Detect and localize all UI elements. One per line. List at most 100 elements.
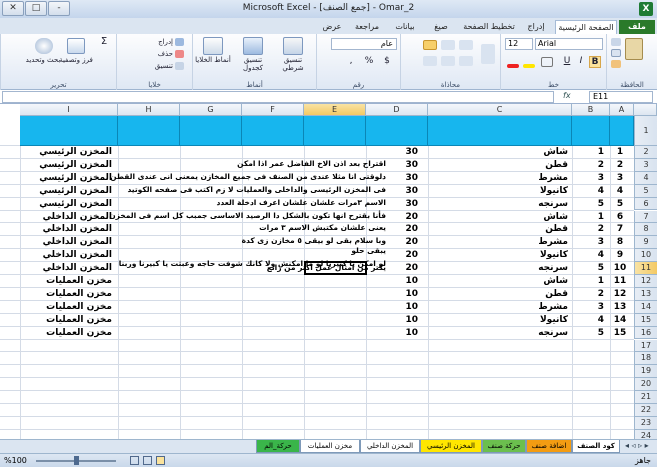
column-header-i[interactable]: I (20, 104, 118, 116)
font-size-box[interactable]: 12 (505, 38, 533, 50)
borders-icon[interactable] (541, 57, 553, 67)
cell-main-balance[interactable]: 10 (366, 288, 424, 300)
column-header-h[interactable]: H (118, 104, 180, 116)
cell-store[interactable]: المخزن الداخلي (20, 249, 112, 261)
cell-store[interactable]: المخزن الرئيسي (20, 172, 112, 184)
cell-item-code[interactable]: 5 (572, 198, 604, 210)
cell-store[interactable]: مخزن العمليات (20, 288, 112, 300)
format-as-table-button[interactable]: تنسيق كجدول (233, 56, 273, 72)
sheet-tab-2[interactable]: حركة صنف (482, 440, 526, 453)
cell-main-balance[interactable]: 10 (366, 314, 424, 326)
sheet-tab-5[interactable]: مخزن العمليات (300, 440, 360, 453)
bold-button[interactable]: B (589, 56, 601, 68)
cell-m[interactable]: 3 (610, 172, 630, 184)
page-layout-view-icon[interactable] (130, 456, 139, 465)
conditional-format-icon[interactable] (283, 37, 303, 55)
cell-item-name[interactable]: سرنجه (428, 327, 568, 339)
sheet-tab-4[interactable]: المخزن الداخلي (360, 440, 420, 453)
cell-item-code[interactable]: 3 (572, 301, 604, 313)
align-right-icon[interactable] (459, 56, 473, 66)
fx-icon[interactable]: fx (563, 91, 581, 100)
row-header-23[interactable]: 23 (634, 416, 657, 430)
cell-m[interactable]: 6 (610, 211, 630, 223)
cell-item-code[interactable]: 5 (572, 327, 604, 339)
number-format-box[interactable]: عام (331, 38, 397, 50)
cell-item-code[interactable]: 4 (572, 314, 604, 326)
column-header-c[interactable]: C (428, 104, 572, 116)
cell-item-name[interactable]: كانيولا (428, 185, 568, 197)
font-color-icon[interactable] (507, 64, 519, 68)
column-header-f[interactable]: F (242, 104, 304, 116)
cell-item-code[interactable]: 1 (572, 146, 604, 158)
cell-m[interactable]: 10 (610, 262, 630, 274)
comment-note-line[interactable]: دلوقتى انا مثلا عندى من الصنف فى جميع ال… (110, 172, 386, 182)
select-all-corner[interactable] (634, 104, 657, 116)
cell-item-code[interactable]: 4 (572, 249, 604, 261)
row-header-20[interactable]: 20 (634, 378, 657, 392)
cell-item-name[interactable]: مشرط (428, 172, 568, 184)
header-cell-g[interactable] (180, 116, 242, 146)
tab-formulas[interactable]: صيغ (425, 20, 457, 34)
row-header-2[interactable]: 2 (634, 146, 657, 159)
copy-icon[interactable] (611, 49, 621, 57)
cell-m[interactable]: 13 (610, 301, 630, 313)
page-break-view-icon[interactable] (143, 456, 152, 465)
header-cell-d[interactable] (366, 116, 428, 146)
percent-button[interactable]: % (361, 56, 377, 66)
row-header-3[interactable]: 3 (634, 158, 657, 172)
cell-store[interactable]: المخزن الرئيسي (20, 185, 112, 197)
cell-store[interactable]: المخزن الداخلي (20, 223, 112, 235)
cell-store[interactable]: مخزن العمليات (20, 327, 112, 339)
comment-note-line[interactable]: فى المخزن الرئيسى والداخلى والعمليات لا … (127, 185, 386, 195)
cell-item-name[interactable]: كانيولا (428, 314, 568, 326)
cell-store[interactable]: المخزن الرئيسي (20, 159, 112, 171)
cell-item-code[interactable]: 2 (572, 223, 604, 235)
row-header-21[interactable]: 21 (634, 391, 657, 404)
wrap-text-icon[interactable] (481, 44, 495, 64)
cell-item-name[interactable]: شاش (428, 146, 568, 158)
cell-item-name[interactable]: كانيولا (428, 249, 568, 261)
align-middle-icon[interactable] (441, 40, 455, 50)
font-name-box[interactable]: Arial (535, 38, 603, 50)
header-cell-c[interactable] (428, 116, 572, 146)
row-header-18[interactable]: 18 (634, 352, 657, 366)
sheet-tab-0[interactable]: كود الصنف (572, 440, 620, 453)
comment-note-line[interactable]: وبا سلام بقى لو بيقى ٥ مخازن زى كدة (242, 236, 386, 246)
formula-input[interactable] (2, 91, 554, 103)
header-cell-e[interactable] (304, 116, 366, 146)
comment-note-line[interactable]: يكتر من امثال عمل اكثر من رائع (267, 263, 386, 273)
comment-note-line[interactable]: يبقى حلو (351, 246, 386, 256)
cell-store[interactable]: المخزن الداخلي (20, 211, 112, 223)
zoom-slider-thumb[interactable] (74, 456, 79, 465)
comment-note-line[interactable]: الاسم ٣مرات علشان علشان اعرف ادخلة العدد (217, 198, 386, 208)
row-header-6[interactable]: 6 (634, 197, 657, 211)
header-cell-i[interactable] (20, 116, 118, 146)
cell-m[interactable]: 4 (610, 185, 630, 197)
row-header-19[interactable]: 19 (634, 365, 657, 379)
row-header-24[interactable]: 24 (634, 429, 657, 439)
tab-home[interactable]: الصفحة الرئيسية (555, 20, 617, 34)
cell-item-name[interactable]: سرنجه (428, 198, 568, 210)
conditional-format-button[interactable]: تنسيق شرطي (273, 56, 313, 72)
minimize-window-button[interactable]: - (48, 1, 70, 16)
find-select-button[interactable]: بحث وتحديد (23, 56, 63, 64)
underline-button[interactable]: U (561, 56, 573, 66)
column-header-a[interactable]: A (610, 104, 634, 116)
row-header-4[interactable]: 4 (634, 171, 657, 185)
cell-m[interactable]: 14 (610, 314, 630, 326)
cell-item-code[interactable]: 1 (572, 211, 604, 223)
delete-cells-button[interactable]: حذف (123, 50, 173, 58)
autosum-icon[interactable]: Σ (95, 36, 113, 47)
cell-m[interactable]: 5 (610, 198, 630, 210)
row-header-9[interactable]: 9 (634, 236, 657, 250)
cell-m[interactable]: 7 (610, 223, 630, 235)
tab-insert[interactable]: إدراج (520, 20, 552, 34)
sheet-nav-arrows[interactable]: ◂ ◃ ▹ ▸ (625, 441, 655, 450)
cell-item-code[interactable]: 2 (572, 288, 604, 300)
cell-store[interactable]: المخزن الداخلي (20, 262, 112, 274)
normal-view-icon[interactable] (156, 456, 165, 465)
cell-item-code[interactable]: 1 (572, 275, 604, 287)
find-select-icon[interactable] (35, 38, 53, 54)
column-header-b[interactable]: B (572, 104, 610, 116)
row-header-13[interactable]: 13 (634, 287, 657, 301)
